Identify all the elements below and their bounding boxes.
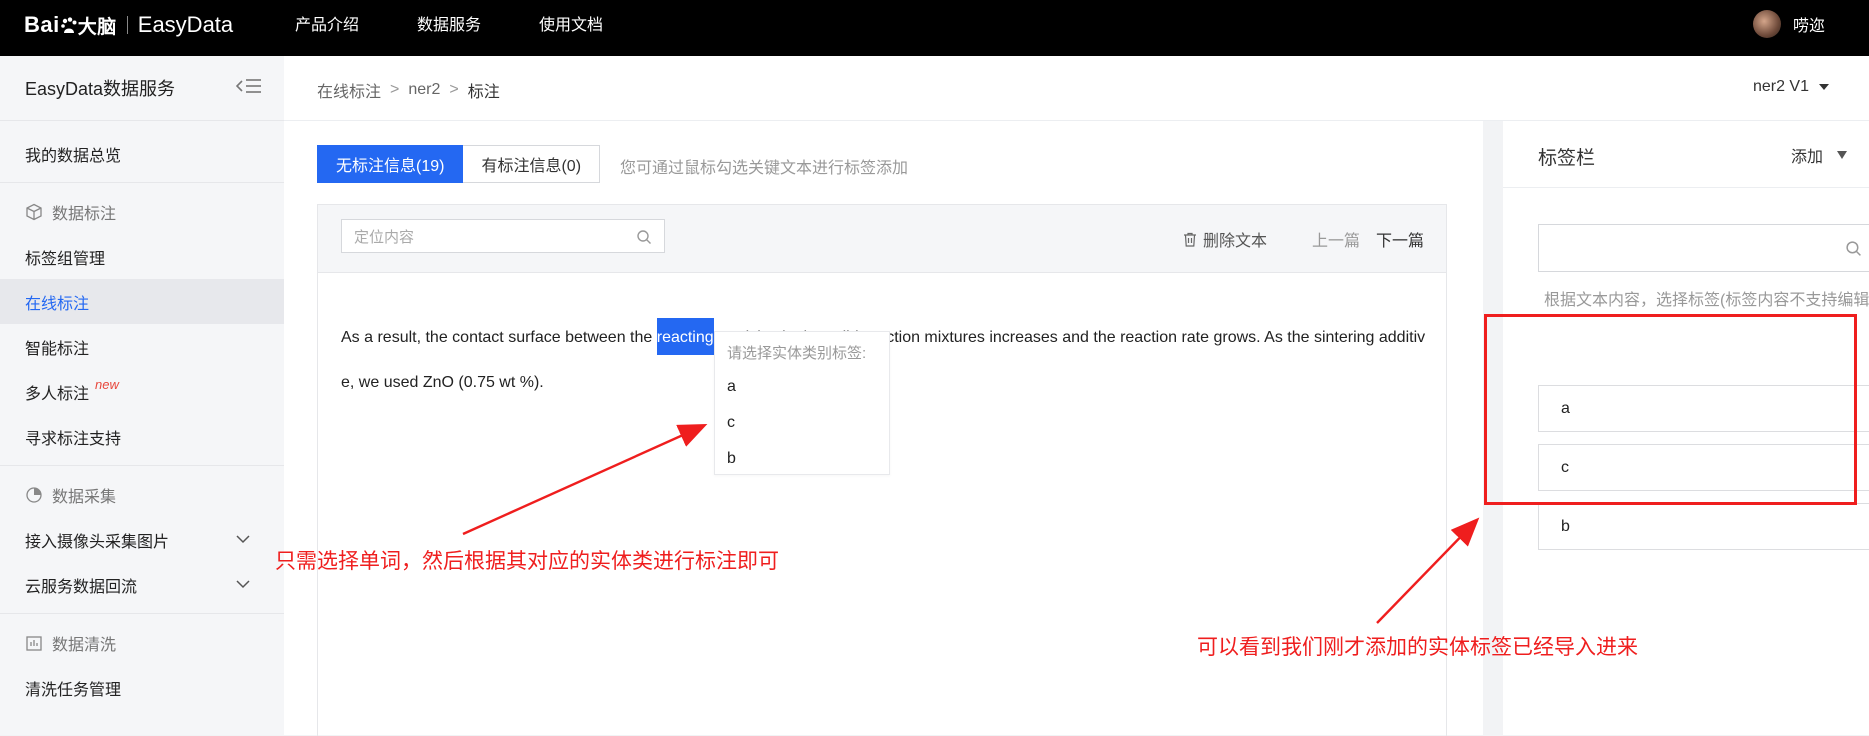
clean-icon <box>25 634 43 652</box>
chevron-right-icon: > <box>449 81 459 98</box>
label-tabs: 无标注信息(19) 有标注信息(0) <box>317 145 601 183</box>
entity-label-popup: 请选择实体类别标签: a c b <box>714 331 890 475</box>
sidebar-header: EasyData数据服务 <box>0 56 284 121</box>
popup-option[interactable]: c <box>715 405 889 441</box>
nav-data-service[interactable]: 数据服务 <box>417 11 481 35</box>
tag-list: a c b <box>1538 385 1869 562</box>
logo-divider <box>126 16 128 34</box>
annotation-left: 只需选择单词，然后根据其对应的实体类进行标注即可 <box>275 550 779 573</box>
sidebar-item-online-label[interactable]: 在线标注 <box>0 279 284 324</box>
tab-labeled[interactable]: 有标注信息(0) <box>463 145 601 183</box>
breadcrumb-online-label[interactable]: 在线标注 <box>317 78 381 102</box>
top-nav: 产品介绍 数据服务 使用文档 <box>295 0 661 46</box>
search-input[interactable] <box>342 220 626 254</box>
tag-search[interactable] <box>1538 224 1869 272</box>
product-name: EasyData <box>137 12 234 37</box>
toolbar-actions: 删除文本 上一篇 下一篇 <box>1183 227 1424 251</box>
sidebar-item-multi-label[interactable]: 多人标注 new <box>0 369 284 414</box>
breadcrumb: 在线标注 > ner2 > 标注 <box>317 78 500 102</box>
chevron-down-icon <box>236 535 250 544</box>
sidebar-divider <box>0 465 284 466</box>
annotation-right: 可以看到我们刚才添加的实体标签已经导入进来 <box>1197 636 1638 659</box>
tag-hint: 根据文本内容，选择标签(标签内容不支持编辑) <box>1544 292 1869 309</box>
search-icon[interactable] <box>1845 240 1862 257</box>
username[interactable]: 唠迩 <box>1793 12 1825 36</box>
locate-search <box>341 219 665 254</box>
paw-icon <box>60 17 77 33</box>
cube-icon <box>25 203 43 221</box>
brand-text: Bai <box>24 12 60 37</box>
sidebar-item-seek-support[interactable]: 寻求标注支持 <box>0 414 284 459</box>
popup-option[interactable]: b <box>715 441 889 477</box>
sidebar-section-collect: 数据采集 <box>0 472 284 517</box>
search-icon[interactable] <box>636 229 652 245</box>
selected-word[interactable]: reacting <box>656 318 714 355</box>
tag-item[interactable]: c <box>1538 444 1869 491</box>
sidebar-divider <box>0 613 284 614</box>
sidebar-item-overview[interactable]: 我的数据总览 <box>0 131 284 176</box>
sidebar-divider <box>0 182 284 183</box>
text-before: As a result, the contact surface between… <box>341 329 657 346</box>
caret-down-icon <box>1819 84 1829 90</box>
tag-panel-title: 标签栏 <box>1538 148 1596 169</box>
trash-icon <box>1183 232 1196 247</box>
sidebar-item-cloud[interactable]: 云服务数据回流 <box>0 562 284 607</box>
sidebar-item-tag-group[interactable]: 标签组管理 <box>0 234 284 279</box>
breadcrumb-dataset[interactable]: ner2 <box>408 81 440 99</box>
version-select[interactable]: ner2 V1 <box>1753 78 1829 96</box>
text-toolbar: 删除文本 上一篇 下一篇 <box>318 205 1446 273</box>
new-badge: new <box>95 377 119 392</box>
sidebar-section-labeling: 数据标注 <box>0 189 284 234</box>
chevron-down-icon <box>236 580 250 589</box>
avatar[interactable] <box>1752 10 1781 38</box>
chevron-right-icon: > <box>390 81 400 98</box>
breadcrumb-current: 标注 <box>467 84 500 101</box>
tab-unlabeled[interactable]: 无标注信息(19) <box>317 145 464 183</box>
next-doc-button[interactable]: 下一篇 <box>1376 227 1424 251</box>
baidu-easydata-logo[interactable]: Bai 大脑 EasyData <box>24 10 233 40</box>
add-tag-button[interactable]: 添加 <box>1791 143 1847 167</box>
sidebar: EasyData数据服务 我的数据总览 数据标注 标签组管理 在线标注 智能标注… <box>0 56 284 735</box>
sidebar-item-clean-task[interactable]: 清洗任务管理 <box>0 665 284 710</box>
brand-cn-text: 大脑 <box>77 16 117 38</box>
sidebar-section-clean: 数据清洗 <box>0 620 284 665</box>
sidebar-item-camera[interactable]: 接入摄像头采集图片 <box>0 517 284 562</box>
caret-down-icon <box>1837 151 1847 159</box>
tag-item[interactable]: a <box>1538 385 1869 432</box>
breadcrumb-bar: 在线标注 > ner2 > 标注 ner2 V1 <box>284 56 1869 121</box>
nav-docs[interactable]: 使用文档 <box>539 11 603 35</box>
delete-text-button[interactable]: 删除文本 <box>1183 227 1267 251</box>
top-bar: Bai 大脑 EasyData 产品介绍 数据服务 使用文档 唠迩 <box>0 0 1869 56</box>
prev-doc-button[interactable]: 上一篇 <box>1312 227 1360 251</box>
sidebar-item-smart-label[interactable]: 智能标注 <box>0 324 284 369</box>
popup-option[interactable]: a <box>715 369 889 405</box>
popup-prompt: 请选择实体类别标签: <box>727 345 867 362</box>
nav-product-intro[interactable]: 产品介绍 <box>295 11 359 35</box>
user-menu[interactable]: 唠迩 <box>1752 10 1825 38</box>
pie-chart-icon <box>25 486 43 504</box>
selection-hint: 您可通过鼠标勾选关键文本进行标签添加 <box>620 160 909 177</box>
sidebar-title: EasyData数据服务 <box>25 79 176 99</box>
collapse-menu-icon[interactable] <box>235 78 262 99</box>
tag-item[interactable]: b <box>1538 503 1869 550</box>
tag-panel-header: 标签栏 添加 <box>1503 121 1869 188</box>
